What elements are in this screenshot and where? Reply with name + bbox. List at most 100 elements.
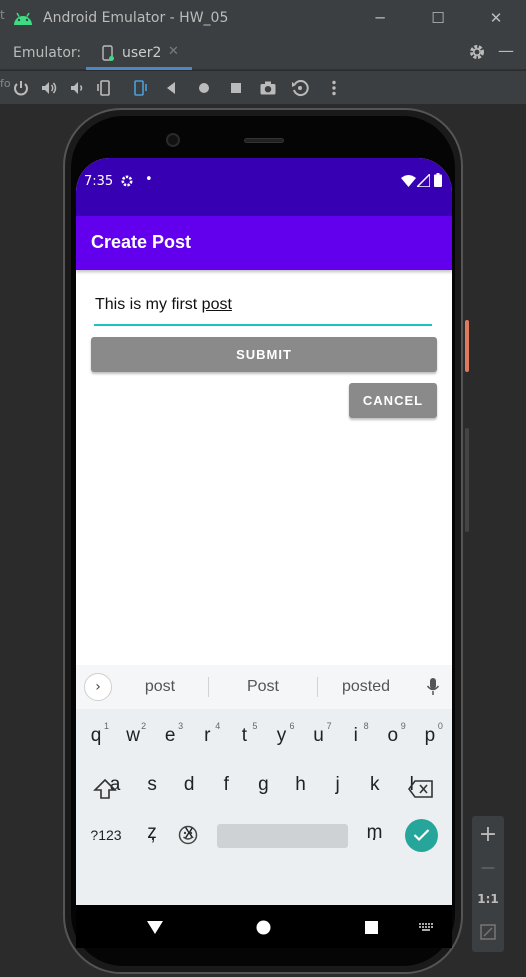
earpiece-speaker: [244, 138, 284, 143]
key-label: e: [164, 725, 176, 746]
key-label: r: [204, 725, 211, 746]
tab-label: user2: [122, 45, 162, 61]
symbols-key[interactable]: ?123: [84, 815, 128, 855]
zoom-panel: + — 1:1: [472, 816, 504, 952]
emulator-label: Emulator:: [13, 45, 82, 61]
rotate-left-icon[interactable]: [96, 79, 114, 97]
key-r[interactable]: r4: [190, 716, 224, 756]
hide-panel-button[interactable]: —: [498, 41, 514, 60]
nav-recents-icon[interactable]: [365, 921, 378, 934]
key-h[interactable]: h: [284, 765, 318, 805]
status-bar: 7:35 •: [76, 158, 452, 216]
nav-back-icon[interactable]: [147, 921, 163, 934]
key-g[interactable]: g: [246, 765, 280, 805]
edge-glyph: fo: [0, 77, 11, 90]
key-hint: 7: [326, 721, 332, 731]
key-p[interactable]: p0: [413, 716, 447, 756]
tab-user2[interactable]: user2 ✕: [86, 36, 192, 70]
key-d[interactable]: d: [172, 765, 206, 805]
post-text-input[interactable]: This is my first post: [94, 296, 432, 326]
fit-screen-icon[interactable]: [480, 924, 496, 940]
key-q[interactable]: q1: [79, 716, 113, 756]
window-title-bar: Android Emulator - HW_05 ─ ☐ ✕: [0, 0, 526, 36]
key-hint: 5: [252, 721, 258, 731]
key-f[interactable]: f: [209, 765, 243, 805]
post-text-value: This is my first: [95, 296, 202, 313]
key-label: i: [353, 725, 358, 746]
android-icon: [14, 12, 32, 25]
tab-close-icon[interactable]: ✕: [168, 44, 179, 59]
key-label: p: [424, 725, 436, 746]
key-i[interactable]: i8: [339, 716, 373, 756]
front-camera: [166, 133, 180, 147]
key-j[interactable]: j: [321, 765, 355, 805]
suggestion-item[interactable]: Post: [226, 678, 300, 696]
microphone-icon[interactable]: [426, 678, 440, 696]
power-icon[interactable]: [12, 79, 30, 97]
maximize-button[interactable]: ☐: [424, 6, 452, 30]
checkmark-icon: [413, 829, 430, 842]
key-y[interactable]: y6: [265, 716, 299, 756]
shift-icon[interactable]: [93, 778, 117, 800]
back-icon[interactable]: [162, 79, 180, 97]
key-hint: 2: [141, 721, 147, 731]
emulator-toolbar: [0, 71, 526, 105]
rotate-right-icon[interactable]: [130, 79, 148, 97]
key-w[interactable]: w2: [116, 716, 150, 756]
suggestion-divider: [317, 677, 318, 697]
key-t[interactable]: t5: [227, 716, 261, 756]
home-icon[interactable]: [195, 79, 213, 97]
suggestion-item[interactable]: posted: [330, 678, 402, 696]
keyboard-switcher-icon[interactable]: [419, 923, 433, 931]
key-hint: 4: [215, 721, 221, 731]
key-u[interactable]: u7: [302, 716, 336, 756]
key-label: o: [387, 725, 399, 746]
backspace-icon[interactable]: [408, 780, 434, 798]
settings-gear-icon[interactable]: [468, 43, 486, 61]
key-e[interactable]: e3: [153, 716, 187, 756]
nav-home-icon[interactable]: [256, 920, 271, 935]
screenshot-camera-icon[interactable]: [259, 79, 277, 97]
key-k[interactable]: k: [358, 765, 392, 805]
key-label: u: [313, 725, 324, 746]
suggestion-strip: › post Post posted: [76, 665, 452, 709]
settings-notification-icon: [121, 175, 133, 187]
minimize-button[interactable]: ─: [366, 6, 394, 30]
phone-screen: 7:35 • Create Post This is my first post: [76, 158, 452, 948]
more-options-icon[interactable]: [325, 79, 343, 97]
period-key[interactable]: .: [359, 815, 389, 855]
suggestion-item[interactable]: post: [124, 678, 196, 696]
space-bar[interactable]: [217, 824, 348, 848]
snapshot-icon[interactable]: [291, 79, 309, 97]
cancel-button[interactable]: CANCEL: [349, 383, 437, 418]
page-title: Create Post: [91, 232, 192, 252]
emulator-window: Android Emulator - HW_05 ─ ☐ ✕ t Emulato…: [0, 0, 526, 977]
zoom-in-button[interactable]: +: [472, 822, 504, 847]
key-hint: 1: [103, 721, 109, 731]
submit-button[interactable]: SUBMIT: [91, 337, 437, 372]
key-o[interactable]: o9: [376, 716, 410, 756]
edge-glyph: t: [0, 8, 5, 22]
enter-key[interactable]: [405, 819, 438, 852]
emoji-icon[interactable]: [178, 825, 198, 845]
key-hint: 6: [289, 721, 295, 731]
zoom-actual-size-button[interactable]: 1:1: [472, 892, 504, 906]
volume-up-icon[interactable]: [40, 79, 58, 97]
suggestion-divider: [208, 677, 209, 697]
volume-side-button[interactable]: [465, 428, 469, 532]
key-hint: 3: [178, 721, 184, 731]
key-label: y: [276, 725, 287, 746]
expand-toolbar-button[interactable]: ›: [84, 673, 112, 701]
power-side-button[interactable]: [465, 320, 469, 372]
zoom-out-button[interactable]: —: [472, 860, 504, 876]
key-label: w: [126, 725, 140, 746]
comma-key[interactable]: ,: [138, 815, 168, 855]
battery-icon: [434, 173, 442, 187]
overview-icon[interactable]: [227, 79, 245, 97]
emulator-tab-bar: Emulator: user2 ✕ —: [0, 36, 526, 70]
post-text-composing: post: [201, 296, 232, 313]
key-label: q: [90, 725, 102, 746]
key-s[interactable]: s: [135, 765, 169, 805]
close-window-button[interactable]: ✕: [482, 6, 510, 30]
volume-down-icon[interactable]: [68, 79, 86, 97]
